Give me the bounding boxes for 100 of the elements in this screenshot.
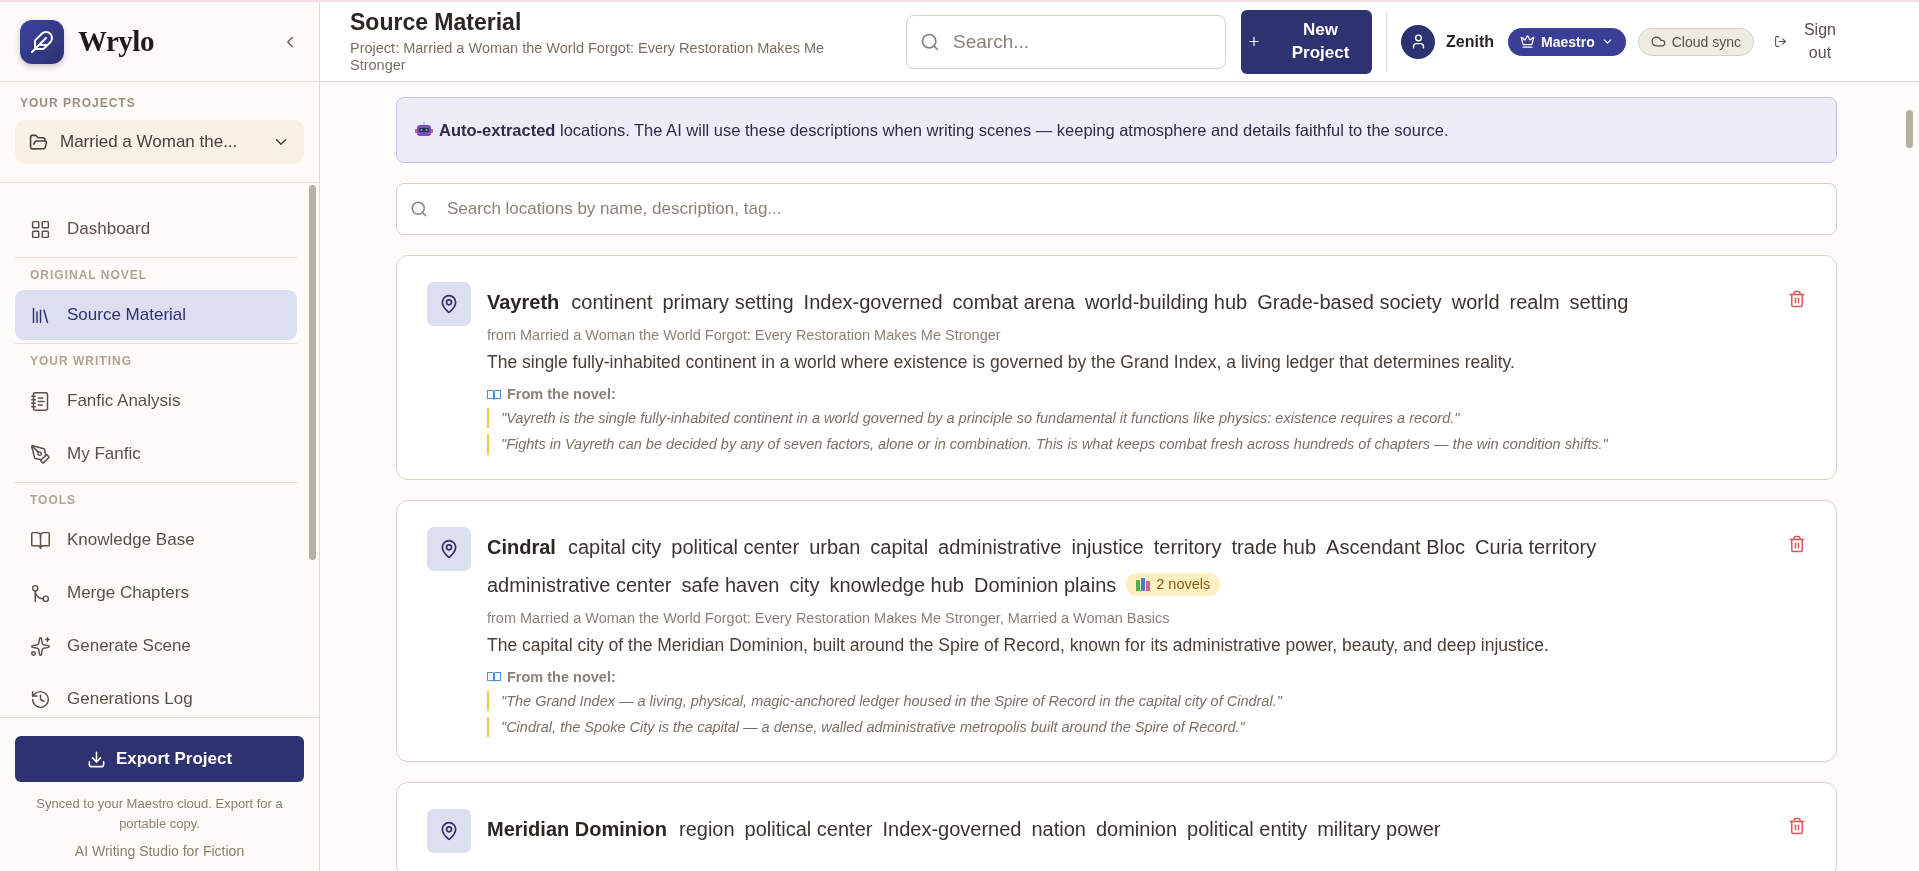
crown-icon [1520, 34, 1535, 49]
logo-icon [20, 19, 64, 64]
location-tag: administrative [938, 534, 1062, 559]
export-button[interactable]: Export Project [15, 736, 304, 782]
novel-quote: "Cindral, the Spoke City is the capital — a dense, walled administrative metropolis built around the Spire of Record." [487, 716, 1772, 738]
location-tag: political center [671, 534, 800, 559]
location-tag: capital [870, 534, 929, 559]
tagline: AI Writing Studio for Fiction [73, 843, 246, 859]
location-tag: territory [1153, 534, 1222, 559]
location-description: The capital city of the Meridian Dominion, built around the Spire of Record, known for its administrative power, beauty, and deep injustice. [487, 634, 1550, 656]
search-icon [920, 31, 940, 52]
location-tag: continent [571, 290, 653, 314]
section-label: YOUR PROJECTS [20, 96, 137, 110]
sync-note: Synced to your Maestro cloud. Export for a portable copy. [35, 795, 284, 833]
location-tag: Index-governed [882, 817, 1022, 842]
location-tag: Grade-based society [1257, 290, 1442, 314]
novel-quote: "Fights in Vayreth can be decided by any of seven factors, alone or in combination. This is what keeps combat fresh across hundreds of chapters — the win condition shifts." [487, 434, 1772, 455]
pen-icon [30, 443, 51, 465]
robot-icon [415, 121, 433, 139]
location-tag: city [789, 572, 820, 597]
dashboard-icon [30, 218, 51, 240]
quotes-label: From the novel: [487, 668, 1772, 685]
notebook-icon [30, 390, 51, 412]
sync-status: Cloud sync [1637, 27, 1754, 56]
project-subtitle: Project: Married a Woman the World Forgot: Every Restoration Makes Me Stronger [350, 39, 826, 75]
location-tag: political entity [1187, 817, 1308, 842]
delete-button[interactable] [1788, 817, 1806, 836]
plus-icon [1247, 34, 1261, 49]
map-pin-icon [427, 809, 471, 854]
banner-text: Auto-extracted locations. The AI will use these descriptions when writing scenes — keeping atmosphere and details faithful to the source. [439, 120, 1449, 140]
section-label: TOOLS [15, 482, 297, 515]
location-tag: primary setting [662, 290, 794, 314]
location-description: The single fully-inhabited continent in a world where existence is governed by the Grand Index, a living ledger that determines reality. [487, 352, 1516, 373]
location-tag: dominion [1095, 817, 1178, 842]
location-tag: combat arena [952, 290, 1075, 314]
quotes-label: From the novel: [487, 386, 1772, 402]
search-field[interactable]: Search... [906, 14, 1226, 69]
book-icon [30, 529, 51, 551]
location-name: Vayreth [487, 290, 560, 314]
scrollbar-thumb[interactable] [1906, 110, 1913, 148]
history-icon [30, 688, 51, 710]
book-icon [487, 388, 501, 400]
location-tag: capital city [567, 534, 662, 559]
nav-item[interactable]: Generations Log [15, 674, 297, 717]
location-tag: Curia territory [1475, 534, 1597, 559]
location-name: Cindral [487, 534, 556, 559]
location-tag: injustice [1071, 534, 1144, 559]
cloud-icon [1650, 34, 1666, 49]
source-note: from Married a Woman the World Forgot: Every Restoration Makes Me Stronger, Married a Woman Basics [487, 609, 1171, 626]
novel-quote: "Vayreth is the single fully-inhabited continent in a world governed by a principle so fundamental it functions like physics: existence requires a record." [487, 408, 1772, 429]
location-tag: setting [1569, 290, 1629, 314]
search-icon [410, 200, 428, 218]
location-tag: urban [809, 534, 861, 559]
location-tag: realm [1509, 290, 1560, 314]
trash-icon [1788, 290, 1806, 308]
location-tag: region [679, 817, 735, 842]
location-search-field[interactable]: Search locations by name, description, tag... [396, 183, 1837, 235]
books-icon [1136, 578, 1151, 592]
page-title: Source Material [350, 8, 523, 36]
scrollbar-thumb[interactable] [309, 185, 316, 560]
sign-out-button[interactable]: Sign out [1767, 18, 1849, 65]
avatar-icon [1401, 24, 1435, 59]
novels-badge: 2 novels [1126, 572, 1221, 597]
folder-icon [29, 132, 48, 152]
book-icon [487, 671, 501, 683]
project-select[interactable]: Married a Woman the... [15, 120, 304, 164]
trash-icon [1788, 534, 1806, 553]
trash-icon [1788, 817, 1806, 836]
branch-icon [30, 582, 51, 604]
brand-name: Wrylo [78, 25, 155, 58]
nav-item[interactable]: My Fanfic [15, 429, 297, 479]
section-label: YOUR WRITING [15, 343, 297, 376]
nav-item[interactable]: Merge Chapters [15, 568, 297, 618]
location-tag: trade hub [1231, 534, 1317, 559]
nav-item[interactable]: Source Material [15, 290, 297, 340]
location-tag: Dominion plains [973, 572, 1117, 597]
location-tag: world [1451, 290, 1500, 314]
nav-item[interactable]: Generate Scene [15, 621, 297, 671]
nav-item[interactable]: Knowledge Base [15, 515, 297, 565]
location-tag: Ascendant Bloc [1326, 534, 1466, 559]
download-icon [86, 749, 106, 769]
location-tag: knowledge hub [829, 572, 964, 597]
new-project-button[interactable]: New Project [1241, 9, 1372, 74]
plan-button[interactable]: Maestro [1508, 27, 1626, 56]
location-tag: military power [1317, 817, 1441, 842]
map-pin-icon [427, 526, 471, 571]
delete-button[interactable] [1788, 290, 1806, 308]
location-tag: safe haven [681, 572, 780, 597]
sign-out-icon [1773, 35, 1787, 48]
location-tag: nation [1031, 817, 1086, 842]
map-pin-icon [427, 282, 471, 326]
location-tag: world-building hub [1084, 290, 1248, 314]
user-name: Zenith [1446, 32, 1494, 51]
location-tag: Index-governed [803, 290, 943, 314]
location-name: Meridian Dominion [487, 817, 667, 842]
novel-quote: "The Grand Index — a living, physical, magic-anchored ledger housed in the Spire of Record in the capital city of Cindral." [487, 690, 1772, 711]
nav-item[interactable]: Dashboard [15, 204, 297, 254]
location-tag: administrative center [487, 572, 672, 597]
delete-button[interactable] [1788, 534, 1806, 553]
nav-item[interactable]: Fanfic Analysis [15, 376, 297, 426]
